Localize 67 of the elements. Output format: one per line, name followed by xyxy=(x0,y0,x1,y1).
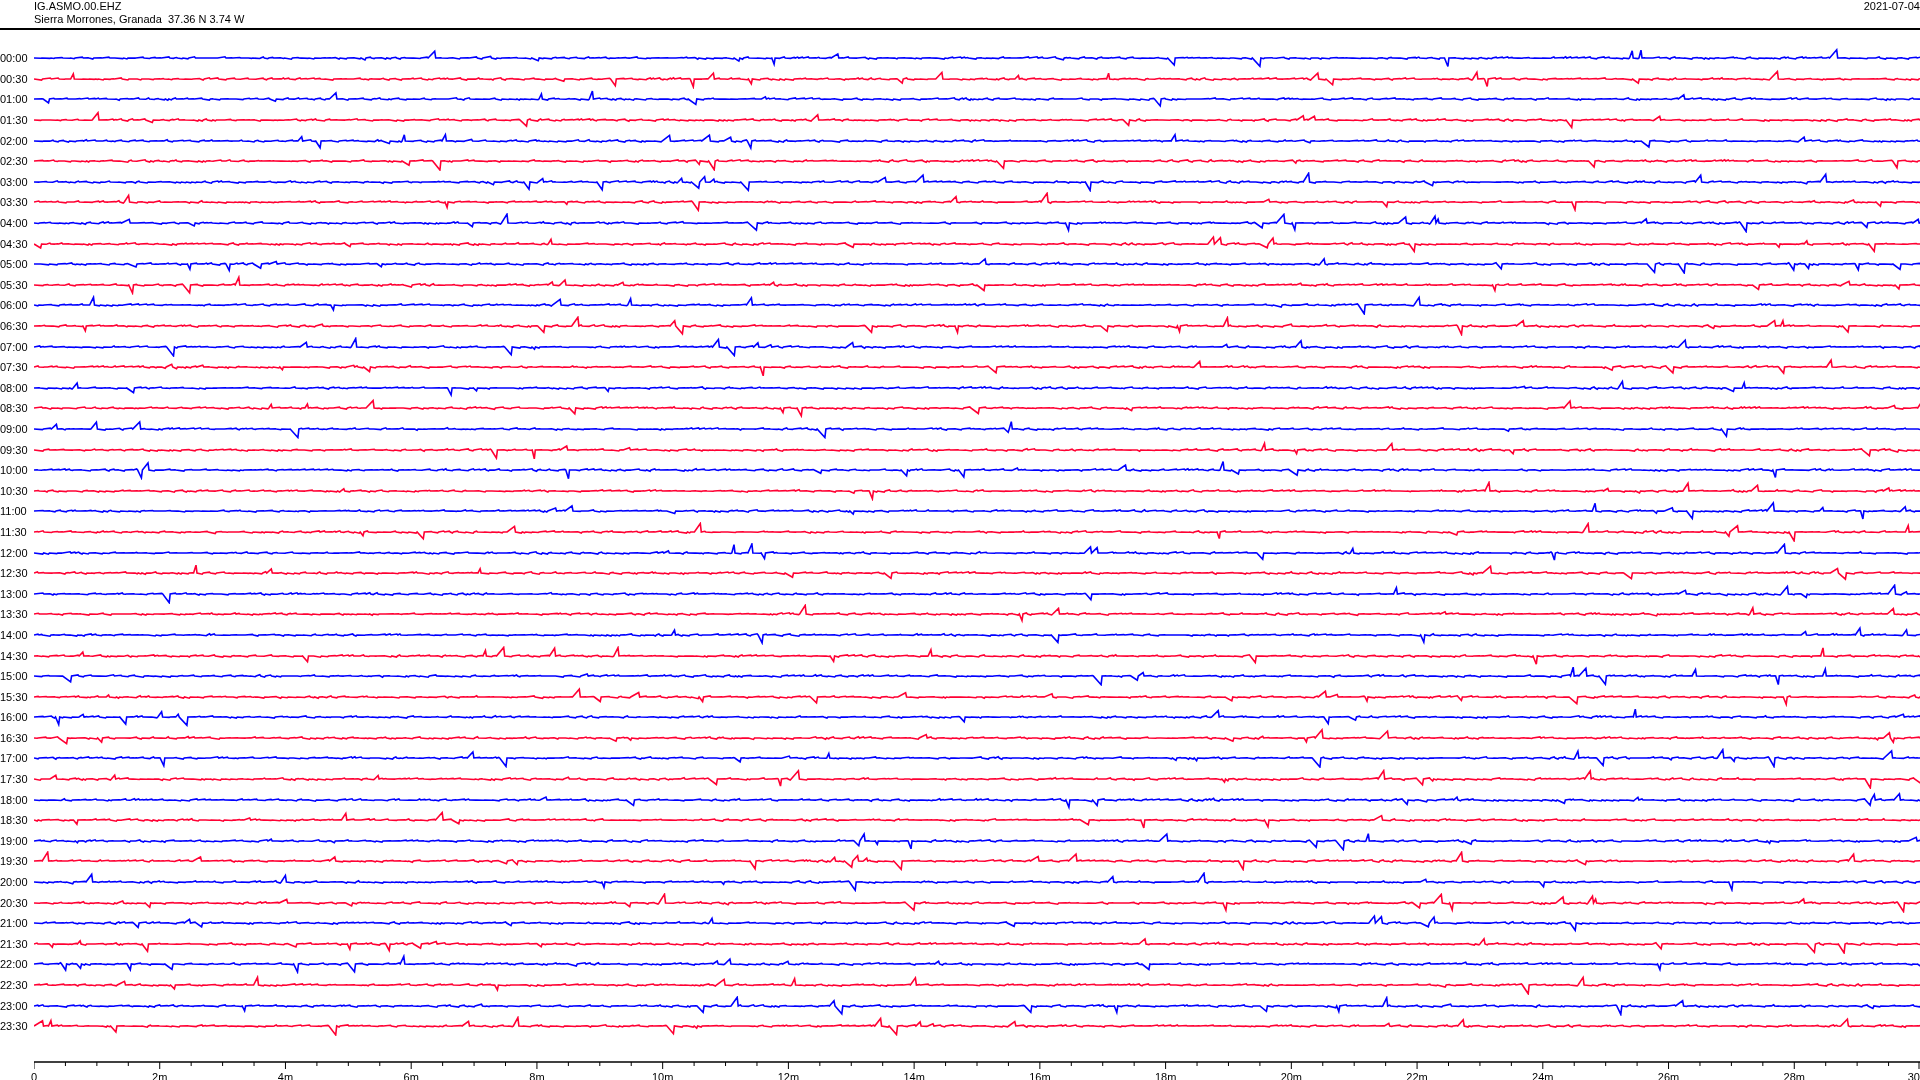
row-time-label: 13:00 xyxy=(0,587,29,600)
row-time-label: 20:30 xyxy=(0,896,29,909)
row-time-label: 17:30 xyxy=(0,773,29,786)
row-time-label: 10:30 xyxy=(0,484,29,497)
row-time-label: 11:30 xyxy=(0,525,28,538)
row-time-label: 04:00 xyxy=(0,217,29,230)
axis-tick-label: 8m xyxy=(529,1070,545,1080)
row-time-label: 22:30 xyxy=(0,979,29,991)
row-time-label: 09:00 xyxy=(0,423,29,435)
row-time-label: 01:30 xyxy=(0,114,29,127)
axis-tick-label: 0 xyxy=(31,1070,38,1080)
row-time-label: 03:30 xyxy=(0,196,29,209)
axis-tick-label: 18m xyxy=(1154,1070,1177,1080)
row-time-label: 01:00 xyxy=(0,93,29,106)
axis-tick-label: 6m xyxy=(403,1070,419,1080)
row-time-label: 07:30 xyxy=(0,361,29,374)
axis-tick-label: 24m xyxy=(1532,1070,1554,1080)
row-time-label: 02:00 xyxy=(0,134,29,147)
axis-tick-label: 12m xyxy=(777,1070,800,1080)
row-time-label: 05:30 xyxy=(0,278,29,291)
row-time-label: 04:30 xyxy=(0,237,29,250)
row-time-label: 08:00 xyxy=(0,381,29,394)
row-time-label: 22:00 xyxy=(0,958,29,971)
row-time-label: 14:30 xyxy=(0,649,29,662)
row-time-label: 06:30 xyxy=(0,320,29,332)
row-time-label: 14:00 xyxy=(0,628,29,641)
axis-tick-label: 2m xyxy=(152,1070,168,1080)
row-time-label: 11:00 xyxy=(0,505,28,518)
row-time-label: 03:00 xyxy=(0,175,29,188)
row-time-label: 15:30 xyxy=(0,690,29,703)
axis-tick-label: 20m xyxy=(1280,1070,1303,1080)
axis-tick-label: 4m xyxy=(277,1070,294,1080)
row-time-label: 23:30 xyxy=(0,1020,29,1033)
row-time-label: 17:00 xyxy=(0,752,29,765)
row-time-label: 12:30 xyxy=(0,567,29,580)
row-time-label: 19:30 xyxy=(0,855,29,868)
axis-tick-label: 26m xyxy=(1657,1070,1680,1080)
row-time-label: 06:00 xyxy=(0,299,29,312)
row-time-label: 09:30 xyxy=(0,443,29,456)
axis-tick-label: 10m xyxy=(651,1070,674,1080)
row-time-label: 19:00 xyxy=(0,834,29,847)
row-time-label: 18:00 xyxy=(0,793,29,806)
row-time-label: 02:30 xyxy=(0,155,29,168)
station-location: Sierra Morrones, Granada 37.36 N 3.74 W xyxy=(34,13,245,26)
date-label: 2021-07-04 xyxy=(1863,0,1920,13)
row-time-label: 08:30 xyxy=(0,402,29,415)
axis-tick-label: 30 xyxy=(1907,1070,1920,1080)
row-time-label: 15:00 xyxy=(0,670,29,683)
row-time-label: 12:00 xyxy=(0,546,29,559)
axis-tick-label: 28m xyxy=(1783,1070,1805,1080)
row-time-label: 13:30 xyxy=(0,608,29,621)
station-code: IG.ASMO.00.EHZ xyxy=(34,0,123,13)
axis-tick-label: 14m xyxy=(903,1070,925,1080)
row-time-label: 05:00 xyxy=(0,258,29,271)
row-time-label: 23:00 xyxy=(0,999,29,1012)
axis-tick-label: 16m xyxy=(1029,1070,1051,1080)
row-time-label: 07:00 xyxy=(0,340,29,353)
row-time-label: 16:30 xyxy=(0,731,29,744)
row-time-label: 00:00 xyxy=(0,52,29,65)
axis-tick-label: 22m xyxy=(1406,1070,1428,1080)
row-time-label: 20:00 xyxy=(0,876,29,889)
row-time-label: 16:00 xyxy=(0,711,29,724)
row-time-label: 10:00 xyxy=(0,464,29,477)
row-time-label: 21:00 xyxy=(0,917,29,930)
row-time-label: 00:30 xyxy=(0,72,29,85)
row-time-label: 18:30 xyxy=(0,814,29,827)
row-time-label: 21:30 xyxy=(0,937,29,950)
